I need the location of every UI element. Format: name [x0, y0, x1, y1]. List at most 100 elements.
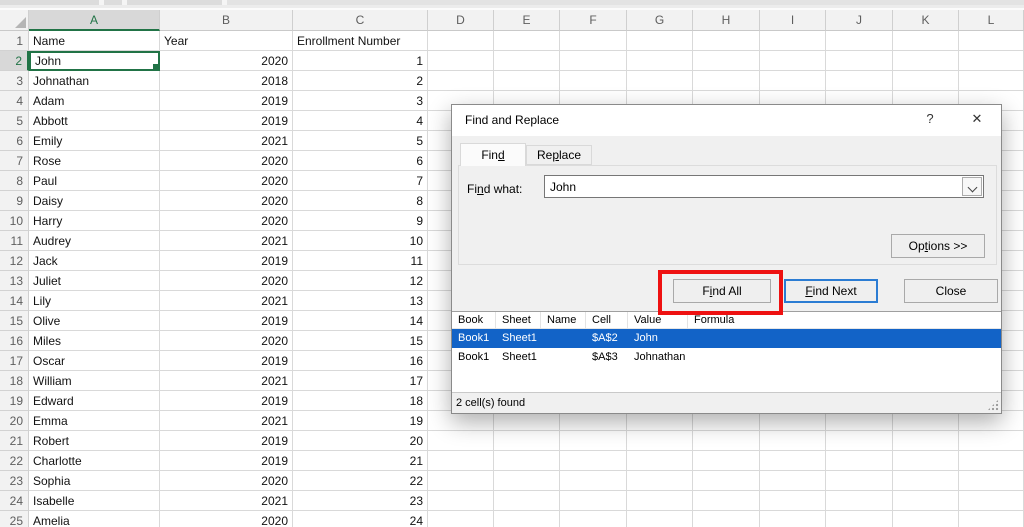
cell-B13[interactable]: 2020 — [160, 271, 293, 291]
cell-H25[interactable] — [693, 511, 760, 527]
results-col-header-value[interactable]: Value — [628, 312, 688, 329]
cell-K3[interactable] — [893, 71, 959, 91]
cell-C22[interactable]: 21 — [293, 451, 428, 471]
cell-I3[interactable] — [760, 71, 826, 91]
cell-E24[interactable] — [494, 491, 560, 511]
cell-G1[interactable] — [627, 31, 693, 51]
cell-G3[interactable] — [627, 71, 693, 91]
cell-H3[interactable] — [693, 71, 760, 91]
cell-K22[interactable] — [893, 451, 959, 471]
cell-H22[interactable] — [693, 451, 760, 471]
close-icon[interactable]: ✕ — [968, 111, 986, 127]
cell-I2[interactable] — [760, 51, 826, 71]
cell-G23[interactable] — [627, 471, 693, 491]
cell-L22[interactable] — [959, 451, 1024, 471]
cell-A1[interactable]: Name — [29, 31, 160, 51]
row-header-3[interactable]: 3 — [0, 71, 29, 91]
cell-B25[interactable]: 2020 — [160, 511, 293, 527]
cell-B20[interactable]: 2021 — [160, 411, 293, 431]
cell-A11[interactable]: Audrey — [29, 231, 160, 251]
cell-C17[interactable]: 16 — [293, 351, 428, 371]
cell-F21[interactable] — [560, 431, 627, 451]
cell-F2[interactable] — [560, 51, 627, 71]
row-header-19[interactable]: 19 — [0, 391, 29, 411]
row-header-11[interactable]: 11 — [0, 231, 29, 251]
row-header-2[interactable]: 2 — [0, 51, 29, 71]
cell-H21[interactable] — [693, 431, 760, 451]
column-header-I[interactable]: I — [760, 10, 826, 31]
cell-J21[interactable] — [826, 431, 893, 451]
cell-A6[interactable]: Emily — [29, 131, 160, 151]
cell-D23[interactable] — [428, 471, 494, 491]
cell-A10[interactable]: Harry — [29, 211, 160, 231]
cell-K23[interactable] — [893, 471, 959, 491]
cell-C1[interactable]: Enrollment Number — [293, 31, 428, 51]
column-header-A[interactable]: A — [29, 10, 160, 31]
cell-E21[interactable] — [494, 431, 560, 451]
results-col-header-book[interactable]: Book — [452, 312, 496, 329]
cell-B1[interactable]: Year — [160, 31, 293, 51]
cell-J20[interactable] — [826, 411, 893, 431]
cell-A9[interactable]: Daisy — [29, 191, 160, 211]
cell-I25[interactable] — [760, 511, 826, 527]
row-header-12[interactable]: 12 — [0, 251, 29, 271]
cell-D2[interactable] — [428, 51, 494, 71]
column-header-E[interactable]: E — [494, 10, 560, 31]
cell-B4[interactable]: 2019 — [160, 91, 293, 111]
cell-B5[interactable]: 2019 — [160, 111, 293, 131]
cell-C6[interactable]: 5 — [293, 131, 428, 151]
cell-B11[interactable]: 2021 — [160, 231, 293, 251]
cell-F20[interactable] — [560, 411, 627, 431]
results-col-header-name[interactable]: Name — [541, 312, 586, 329]
dialog-titlebar[interactable]: Find and Replace ? ✕ — [452, 105, 1001, 136]
cell-C2[interactable]: 1 — [293, 51, 428, 71]
result-row[interactable]: Book1 Sheet1 $A$2 John — [452, 329, 1001, 348]
column-header-K[interactable]: K — [893, 10, 959, 31]
cell-D24[interactable] — [428, 491, 494, 511]
cell-G21[interactable] — [627, 431, 693, 451]
row-header-5[interactable]: 5 — [0, 111, 29, 131]
cell-C23[interactable]: 22 — [293, 471, 428, 491]
row-header-21[interactable]: 21 — [0, 431, 29, 451]
cell-J23[interactable] — [826, 471, 893, 491]
cell-F22[interactable] — [560, 451, 627, 471]
cell-D20[interactable] — [428, 411, 494, 431]
tab-find[interactable]: Find — [460, 143, 526, 166]
cell-B22[interactable]: 2019 — [160, 451, 293, 471]
cell-K2[interactable] — [893, 51, 959, 71]
cell-A23[interactable]: Sophia — [29, 471, 160, 491]
results-col-header-sheet[interactable]: Sheet — [496, 312, 541, 329]
options-button[interactable]: Options >> — [891, 234, 985, 258]
cell-J25[interactable] — [826, 511, 893, 527]
cell-F24[interactable] — [560, 491, 627, 511]
cell-J3[interactable] — [826, 71, 893, 91]
cell-K24[interactable] — [893, 491, 959, 511]
cell-G22[interactable] — [627, 451, 693, 471]
cell-A13[interactable]: Juliet — [29, 271, 160, 291]
find-what-combobox[interactable]: John — [544, 175, 984, 198]
row-header-14[interactable]: 14 — [0, 291, 29, 311]
cell-B16[interactable]: 2020 — [160, 331, 293, 351]
cell-H23[interactable] — [693, 471, 760, 491]
cell-I22[interactable] — [760, 451, 826, 471]
cell-E3[interactable] — [494, 71, 560, 91]
result-row[interactable]: Book1 Sheet1 $A$3 Johnathan — [452, 348, 1001, 367]
row-header-13[interactable]: 13 — [0, 271, 29, 291]
cell-F3[interactable] — [560, 71, 627, 91]
cell-C16[interactable]: 15 — [293, 331, 428, 351]
cell-B24[interactable]: 2021 — [160, 491, 293, 511]
cell-D3[interactable] — [428, 71, 494, 91]
cell-A2[interactable]: John — [29, 51, 160, 71]
cell-L25[interactable] — [959, 511, 1024, 527]
cell-J2[interactable] — [826, 51, 893, 71]
cell-B7[interactable]: 2020 — [160, 151, 293, 171]
column-header-D[interactable]: D — [428, 10, 494, 31]
row-header-10[interactable]: 10 — [0, 211, 29, 231]
find-next-button[interactable]: Find Next — [784, 279, 878, 303]
cell-A17[interactable]: Oscar — [29, 351, 160, 371]
cell-I23[interactable] — [760, 471, 826, 491]
results-col-header-formula[interactable]: Formula — [688, 312, 988, 329]
row-header-8[interactable]: 8 — [0, 171, 29, 191]
cell-A20[interactable]: Emma — [29, 411, 160, 431]
cell-A21[interactable]: Robert — [29, 431, 160, 451]
